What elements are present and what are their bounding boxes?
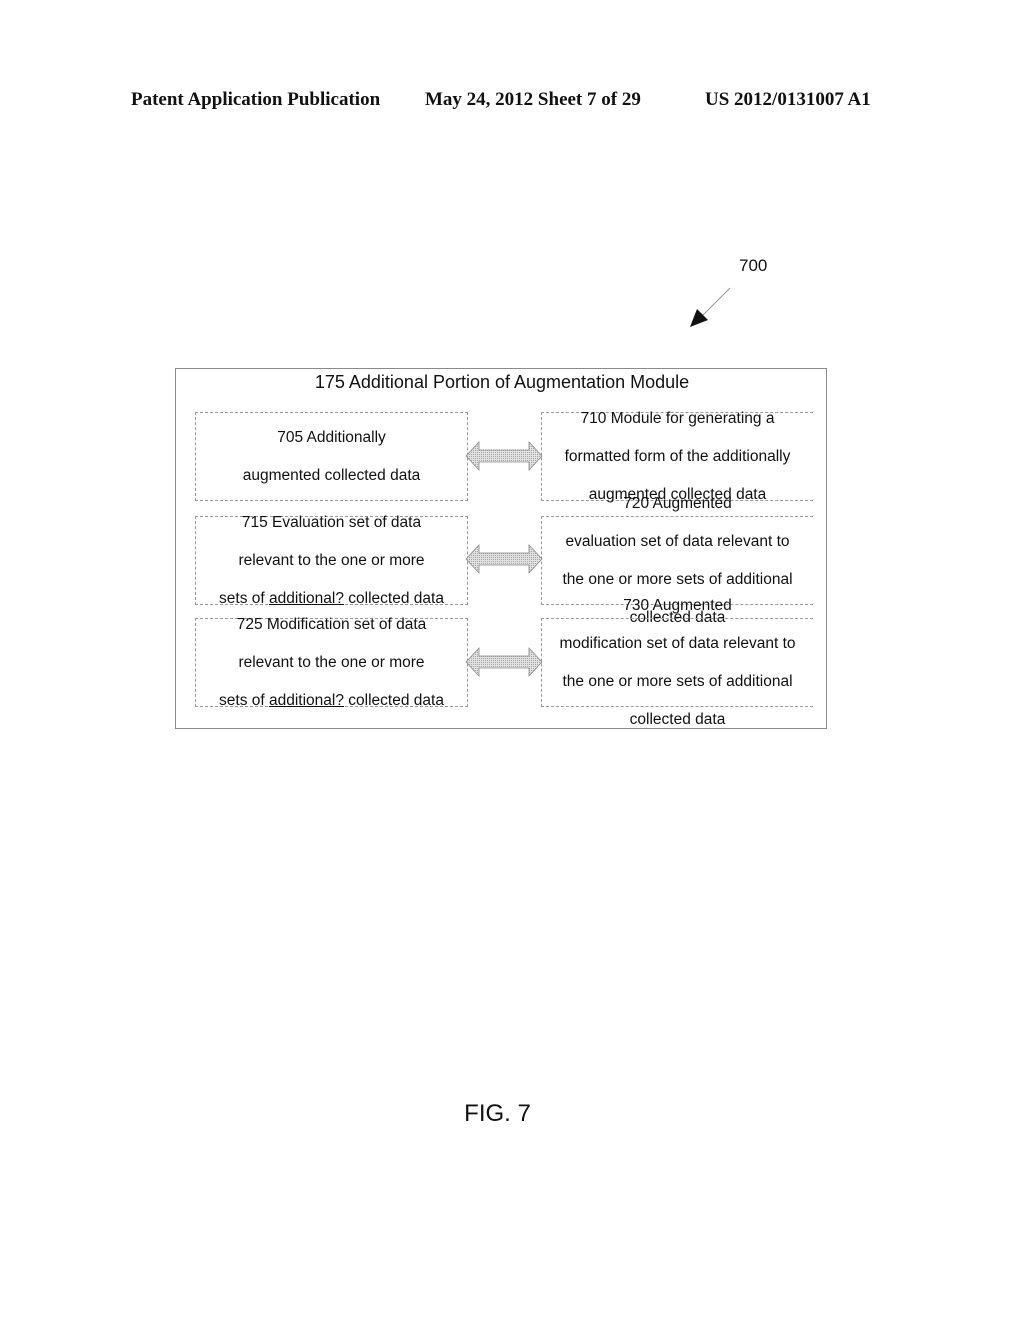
box-705-line2: augmented collected data — [242, 467, 421, 484]
double-arrow-icon — [465, 440, 543, 472]
double-arrow-icon — [465, 646, 543, 678]
box-715-line1: 715 Evaluation set of data — [241, 514, 422, 531]
box-730-augmented-modification-set: 730 Augmented modification set of data r… — [541, 597, 813, 728]
box-725-line1: 725 Modification set of data — [236, 616, 427, 633]
figure-label: FIG. 7 — [464, 1100, 531, 1127]
box-720-line2: evaluation set of data relevant to — [565, 533, 790, 550]
figure-reference-number: 700 — [739, 256, 768, 275]
box-715-evaluation-set: 715 Evaluation set of data relevant to t… — [195, 514, 468, 607]
box-720-line1: 720 Augmented — [623, 495, 732, 512]
box-730-line3: the one or more sets of additional — [562, 673, 793, 690]
module-title: 175 Additional Portion of Augmentation M… — [314, 372, 690, 392]
box-730-line2: modification set of data relevant to — [559, 635, 796, 652]
box-705-additionally-augmented-data: 705 Additionally augmented collected dat… — [195, 412, 468, 501]
reference-arrow-icon — [690, 287, 731, 327]
box-730-line1: 730 Augmented — [623, 597, 732, 614]
box-725-line3-post: collected data — [343, 692, 444, 709]
box-725-line3: sets of additional? collected data — [219, 691, 444, 710]
box-705-line1: 705 Additionally — [277, 429, 386, 446]
box-710-line1: 710 Module for generating a — [580, 410, 775, 427]
double-arrow-icon — [465, 543, 543, 575]
box-730-line4: collected data — [629, 711, 726, 728]
box-725-modification-set: 725 Modification set of data relevant to… — [195, 616, 468, 710]
box-725-underlined-word: additional? — [269, 692, 344, 709]
box-725-line2: relevant to the one or more — [238, 654, 425, 671]
box-710-line2: formatted form of the additionally — [564, 448, 791, 465]
box-715-line2: relevant to the one or more — [238, 552, 425, 569]
publication-number: US 2012/0131007 A1 — [705, 89, 871, 110]
publication-type: Patent Application Publication — [131, 89, 381, 110]
box-725-line3-pre: sets of — [219, 692, 269, 709]
publication-date-sheet: May 24, 2012 Sheet 7 of 29 — [425, 89, 641, 110]
